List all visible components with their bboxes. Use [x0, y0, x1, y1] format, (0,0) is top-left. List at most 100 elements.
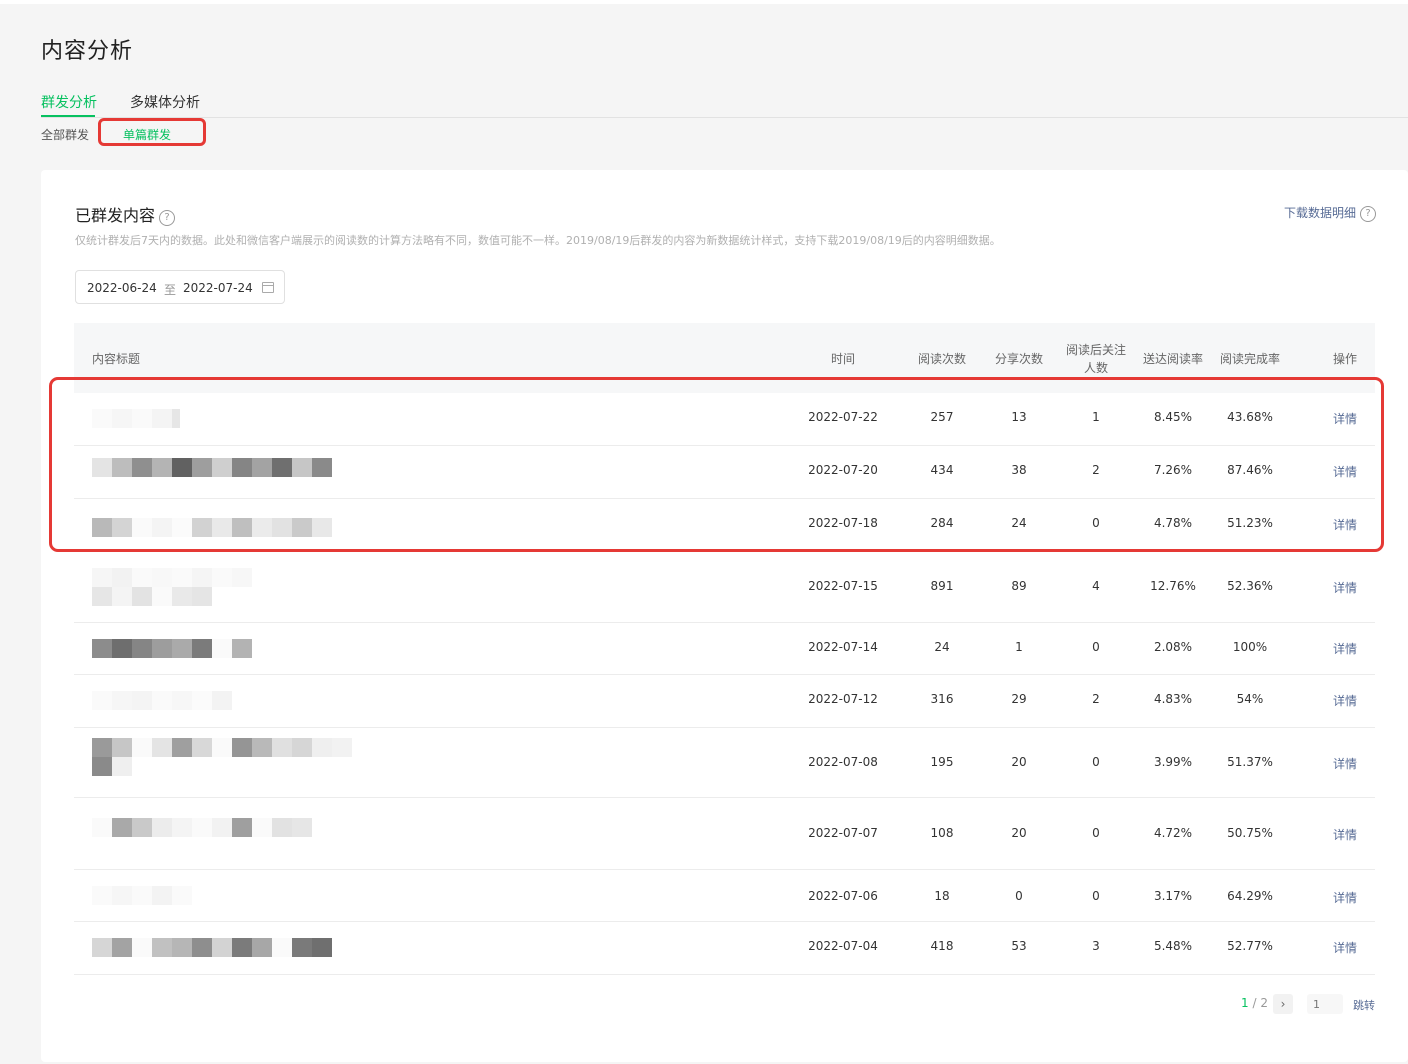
- col-reads: 阅读次数: [917, 352, 966, 366]
- cell-reads: 418: [930, 939, 954, 953]
- main-tabs: 群发分析 多媒体分析: [41, 88, 1408, 118]
- redacted-title[interactable]: [92, 639, 252, 658]
- download-details-link[interactable]: 下载数据明细?: [1284, 204, 1376, 222]
- cell-time: 2022-07-04: [808, 939, 878, 953]
- cell-shares: 29: [1011, 692, 1027, 706]
- cell-delivery-rate: 3.17%: [1153, 889, 1193, 903]
- download-details-label: 下载数据明细: [1283, 206, 1356, 220]
- redacted-title[interactable]: [92, 818, 312, 837]
- redacted-title[interactable]: [92, 691, 232, 710]
- cell-shares: 1: [1015, 640, 1023, 654]
- section-title-text: 已群发内容: [75, 206, 156, 225]
- question-circle-icon[interactable]: ?: [159, 210, 176, 226]
- cell-completion-rate: 64.29%: [1227, 889, 1273, 903]
- cell-follows: 3: [1092, 939, 1100, 953]
- cell-delivery-rate: 5.48%: [1153, 939, 1193, 953]
- cell-time: 2022-07-06: [808, 889, 878, 903]
- cell-shares: 20: [1011, 755, 1027, 769]
- cell-follows: 0: [1092, 640, 1100, 654]
- redacted-title[interactable]: [92, 738, 352, 776]
- table-row: 2022-07-14 24 1 0 2.08% 100% 详情: [74, 623, 1375, 675]
- cell-reads: 891: [930, 579, 954, 593]
- page-indicator: 1 / 2: [1241, 996, 1268, 1010]
- col-delivery-rate: 送达阅读率: [1142, 352, 1203, 366]
- redacted-title[interactable]: [92, 568, 252, 606]
- table-row: 2022-07-12 316 29 2 4.83% 54% 详情: [74, 675, 1375, 728]
- cell-reads: 195: [930, 755, 954, 769]
- cell-completion-rate: 51.37%: [1227, 755, 1273, 769]
- cell-time: 2022-07-07: [808, 826, 878, 840]
- cell-delivery-rate: 12.76%: [1150, 579, 1196, 593]
- subtab-highlight-box: [98, 118, 206, 146]
- details-link[interactable]: 详情: [1325, 889, 1365, 906]
- page-jump-input[interactable]: [1307, 994, 1343, 1014]
- date-separator: 至: [164, 283, 177, 297]
- date-range-picker[interactable]: 2022-06-24 至 2022-07-24: [75, 270, 285, 304]
- cell-time: 2022-07-12: [808, 692, 878, 706]
- cell-follows: 0: [1092, 889, 1100, 903]
- table-row: 2022-07-07 108 20 0 4.72% 50.75% 详情: [74, 798, 1375, 870]
- table-row: 2022-07-04 418 53 3 5.48% 52.77% 详情: [74, 922, 1375, 975]
- cell-reads: 18: [934, 889, 950, 903]
- table-row: 2022-07-08 195 20 0 3.99% 51.37% 详情: [74, 728, 1375, 798]
- cell-completion-rate: 52.77%: [1227, 939, 1273, 953]
- page-title: 内容分析: [41, 39, 134, 64]
- cell-follows: 0: [1092, 755, 1100, 769]
- cell-completion-rate: 50.75%: [1227, 826, 1273, 840]
- details-link[interactable]: 详情: [1325, 692, 1365, 709]
- table-row: 2022-07-15 891 89 4 12.76% 52.36% 详情: [74, 552, 1375, 623]
- pagination: 1 / 2 › 跳转: [41, 992, 1408, 1016]
- details-link[interactable]: 详情: [1325, 755, 1365, 772]
- cell-shares: 0: [1015, 889, 1023, 903]
- cell-follows: 2: [1092, 692, 1100, 706]
- cell-shares: 53: [1011, 939, 1027, 953]
- section-description: 仅统计群发后7天内的数据。此处和微信客户端展示的阅读数的计算方法略有不同，数值可…: [75, 234, 1001, 247]
- subtab-all-mass-send[interactable]: 全部群发: [41, 126, 89, 143]
- tab-multimedia-analysis[interactable]: 多媒体分析: [130, 92, 200, 112]
- cell-reads: 24: [934, 640, 950, 654]
- tab-mass-send-analysis[interactable]: 群发分析: [41, 92, 97, 112]
- cell-delivery-rate: 4.83%: [1153, 692, 1193, 706]
- col-follows-line1: 阅读后关注: [1065, 343, 1126, 357]
- cell-shares: 20: [1011, 826, 1027, 840]
- col-shares: 分享次数: [994, 352, 1043, 366]
- cell-shares: 89: [1011, 579, 1027, 593]
- cell-reads: 316: [930, 692, 954, 706]
- rows-highlight-box: [49, 377, 1384, 552]
- page-jump-button[interactable]: 跳转: [1353, 997, 1375, 1013]
- cell-delivery-rate: 4.72%: [1153, 826, 1193, 840]
- sent-content-card: 已群发内容? 仅统计群发后7天内的数据。此处和微信客户端展示的阅读数的计算方法略…: [41, 170, 1408, 1062]
- top-strip: [0, 0, 1408, 4]
- date-start: 2022-06-24: [87, 281, 157, 295]
- table-row: 2022-07-06 18 0 0 3.17% 64.29% 详情: [74, 870, 1375, 922]
- date-end: 2022-07-24: [183, 281, 253, 295]
- col-action: 操作: [1332, 352, 1357, 366]
- cell-follows: 0: [1092, 826, 1100, 840]
- details-link[interactable]: 详情: [1325, 826, 1365, 843]
- cell-follows: 4: [1092, 579, 1100, 593]
- redacted-title[interactable]: [92, 938, 332, 957]
- calendar-icon: [262, 282, 274, 293]
- total-pages: / 2: [1252, 996, 1268, 1010]
- cell-completion-rate: 54%: [1236, 692, 1264, 706]
- col-completion-rate: 阅读完成率: [1219, 352, 1280, 366]
- col-title: 内容标题: [92, 352, 141, 366]
- details-link[interactable]: 详情: [1325, 939, 1365, 956]
- cell-delivery-rate: 2.08%: [1153, 640, 1193, 654]
- redacted-title[interactable]: [92, 886, 192, 905]
- section-title: 已群发内容?: [75, 202, 176, 226]
- col-time: 时间: [830, 352, 855, 366]
- details-link[interactable]: 详情: [1325, 640, 1365, 657]
- question-circle-icon[interactable]: ?: [1360, 206, 1376, 222]
- cell-reads: 108: [930, 826, 954, 840]
- current-page: 1: [1241, 996, 1249, 1010]
- cell-completion-rate: 52.36%: [1227, 579, 1273, 593]
- cell-completion-rate: 100%: [1232, 640, 1268, 654]
- cell-time: 2022-07-08: [808, 755, 878, 769]
- details-link[interactable]: 详情: [1325, 579, 1365, 596]
- cell-time: 2022-07-15: [808, 579, 878, 593]
- cell-delivery-rate: 3.99%: [1153, 755, 1193, 769]
- col-follows-line2: 人数: [1083, 361, 1108, 375]
- chevron-right-icon[interactable]: ›: [1273, 994, 1293, 1014]
- cell-time: 2022-07-14: [808, 640, 878, 654]
